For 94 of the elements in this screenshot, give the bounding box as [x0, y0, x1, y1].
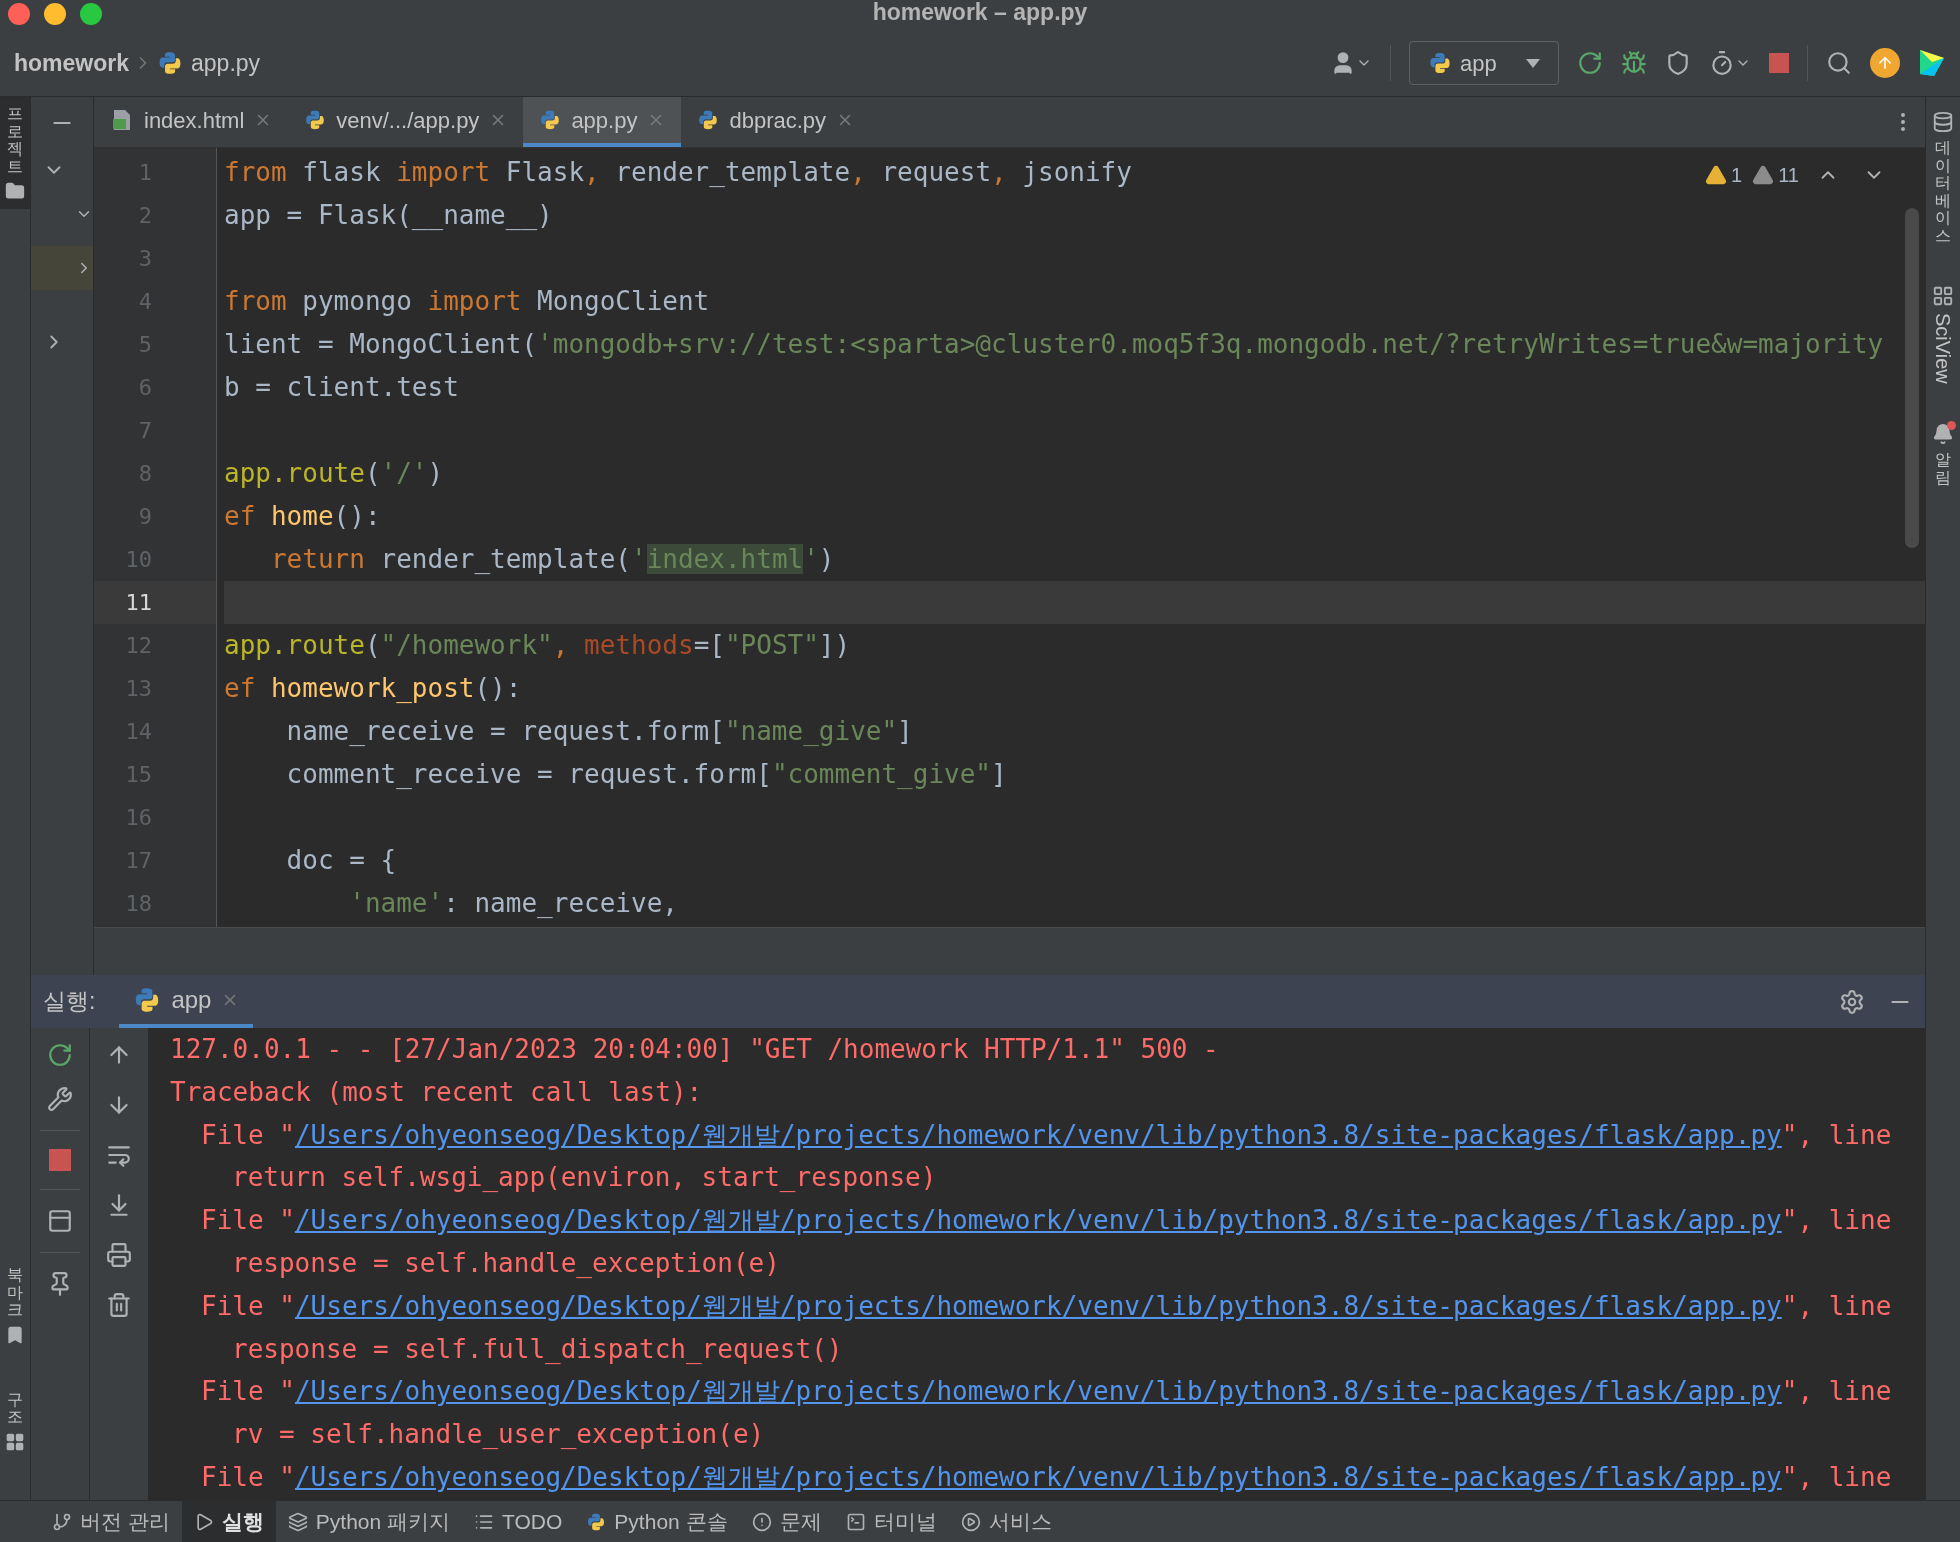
file-link[interactable]: /Users/ohyeonseog/Desktop/웹개발/projects/homework/venv/lib/python3.8/site-packages/flask/app.py: [294, 1205, 1782, 1236]
tool-window-button[interactable]: Python 패키지: [275, 1501, 463, 1542]
update-icon[interactable]: [1870, 48, 1900, 78]
settings-icon[interactable]: [1839, 988, 1865, 1015]
python-file-icon: [539, 109, 562, 131]
tool-window-label: 북마크: [7, 1266, 23, 1319]
file-link[interactable]: /Users/ohyeonseog/Desktop/웹개발/projects/homework/venv/lib/python3.8/site-packages/flask/app.py: [294, 1376, 1782, 1407]
warning-counter[interactable]: 1: [1705, 160, 1743, 190]
console-line: 127.0.0.1 - - [27/Jan/2023 20:04:00] "GET /homework HTTP/1.1" 500 -: [170, 1033, 1220, 1066]
tool-window-tab[interactable]: 알림: [1932, 423, 1954, 487]
tool-window-button[interactable]: 버전 관리: [40, 1501, 182, 1542]
code-text: lient = MongoClient('mongodb+srv://test:<sparta>@cluster0.moq5f3q.mongodb.net/?retryWrites=true&w=majority: [224, 328, 1884, 361]
console-line: Traceback (most recent call last):: [170, 1075, 704, 1109]
tool-window-button[interactable]: 문제: [739, 1501, 834, 1542]
code-text: doc = {: [285, 844, 397, 877]
tool-window-tab[interactable]: 구조: [0, 1382, 30, 1460]
console-line: File "/Users/ohyeonseog/Desktop/웹개발/projects/homework/venv/lib/python3.8/site-packages/flask/app.py", line: [200, 1375, 1893, 1409]
terminal-icon: [845, 1511, 866, 1532]
console-line: rv = self.handle_user_exception(e): [231, 1418, 766, 1452]
bookmark-icon: [5, 1324, 25, 1345]
alert-icon: [751, 1511, 772, 1532]
breadcrumb-file[interactable]: app.py: [191, 45, 261, 81]
console-line: return self.wsgi_app(environ, start_response): [231, 1161, 938, 1195]
console-line: response = self.handle_exception(e): [231, 1247, 781, 1280]
code-text: app.route("/homework", methods=["POST"]): [224, 629, 851, 662]
app-logo-icon[interactable]: [1918, 48, 1946, 78]
console-line: File "/Users/ohyeonseog/Desktop/웹개발/projects/homework/venv/lib/python3.8/site-packages/flask/app.py", line: [200, 1289, 1893, 1323]
editor-tab[interactable]: venv/.../app.py: [288, 97, 524, 147]
tool-window-tab[interactable]: 북마크: [0, 1258, 30, 1353]
tool-window-tab[interactable]: 데이터베이스: [1932, 111, 1954, 245]
tool-window-button[interactable]: 서비스: [948, 1501, 1064, 1542]
code-text: return render_template('index.html'): [269, 543, 835, 576]
layers-icon: [287, 1511, 308, 1532]
tool-window-button[interactable]: 터미널: [833, 1501, 949, 1542]
close-window-button[interactable]: [8, 3, 30, 25]
console-line: response = self.full_dispatch_request(): [231, 1332, 844, 1366]
code-text: b = client.test: [224, 371, 459, 404]
tool-window-button[interactable]: TODO: [462, 1501, 575, 1542]
rerun-icon[interactable]: [47, 1042, 73, 1068]
code-text: ef homework_post():: [224, 672, 522, 705]
tool-window-tab[interactable]: SciView: [1928, 284, 1958, 384]
file-link[interactable]: /Users/ohyeonseog/Desktop/웹개발/projects/homework/venv/lib/python3.8/site-packages/flask/app.py: [294, 1290, 1782, 1321]
run-configuration-dropdown[interactable]: app: [1409, 41, 1559, 85]
code-text: from pymongo import MongoClient: [224, 285, 710, 318]
layout-icon[interactable]: [47, 1208, 73, 1234]
console-line: File "/Users/ohyeonseog/Desktop/웹개발/projects/homework/venv/lib/python3.8/site-packages/flask/app.py", line: [200, 1204, 1893, 1238]
line-number: 11: [124, 589, 152, 617]
database-icon: [1932, 111, 1954, 133]
trash-icon[interactable]: [106, 1292, 132, 1318]
file-link[interactable]: /Users/ohyeonseog/Desktop/웹개발/projects/homework/venv/lib/python3.8/site-packages/flask/app.py: [294, 1461, 1782, 1492]
rerun-icon[interactable]: [1577, 50, 1603, 76]
editor-tab[interactable]: app.py: [523, 97, 682, 147]
console-line: File "/Users/ohyeonseog/Desktop/웹개발/projects/homework/venv/lib/python3.8/site-packages/flask/app.py", line: [200, 1460, 1893, 1494]
code-text: name_receive = request.form["name_give"]: [285, 715, 913, 748]
printer-icon[interactable]: [106, 1242, 132, 1268]
python-file-icon: [697, 109, 720, 131]
breadcrumb-project[interactable]: homework: [14, 45, 130, 81]
tool-window-tab[interactable]: 프로젝트: [0, 97, 30, 210]
warning-counter[interactable]: 11: [1752, 160, 1799, 190]
warning-icon: [1752, 164, 1775, 186]
code-text: comment_receive = request.form["comment_give"]: [285, 758, 1007, 791]
tool-window-label: 구조: [7, 1390, 23, 1426]
shield-icon[interactable]: [1665, 50, 1691, 76]
python-icon: [1428, 51, 1452, 75]
tool-window-button[interactable]: 실행: [181, 1501, 276, 1542]
bell-icon: [1932, 423, 1954, 446]
code-text: from flask import Flask, render_template, request, jsonify: [224, 156, 1132, 189]
python-file-icon: [304, 109, 327, 131]
play-circle-icon: [960, 1511, 981, 1532]
code-text: app.route('/'): [224, 457, 444, 490]
grid-icon: [5, 1432, 25, 1452]
caret-icon: [1526, 58, 1540, 68]
console-line: File "/Users/ohyeonseog/Desktop/웹개발/projects/homework/venv/lib/python3.8/site-packages/flask/app.py", line: [200, 1118, 1893, 1152]
code-text: app = Flask(__name__): [224, 199, 553, 232]
editor-tab[interactable]: dbprac.py: [681, 97, 871, 147]
folder-icon: [5, 181, 25, 202]
wrench-icon[interactable]: [47, 1086, 73, 1112]
warning-icon: [1705, 164, 1728, 186]
tool-window-label: 프로젝트: [7, 105, 23, 176]
search-icon[interactable]: [1826, 50, 1852, 76]
minimize-window-button[interactable]: [44, 3, 66, 25]
run-panel-label: 실행:: [43, 987, 96, 1017]
editor-tab[interactable]: index.html: [94, 97, 289, 147]
branch-icon: [52, 1511, 72, 1532]
window-title: homework – app.py: [872, 0, 1088, 27]
code-text: 'name': name_receive,: [348, 887, 678, 920]
file-link[interactable]: /Users/ohyeonseog/Desktop/웹개발/projects/homework/venv/lib/python3.8/site-packages/flask/app.py: [294, 1119, 1782, 1150]
bug-icon[interactable]: [1621, 50, 1647, 76]
maximize-window-button[interactable]: [80, 3, 102, 25]
python-icon: [586, 1511, 607, 1532]
tool-window-button[interactable]: Python 콘솔: [574, 1501, 740, 1542]
code-text: ef home():: [224, 500, 381, 533]
grid-icon: [1932, 284, 1954, 307]
timer-icon[interactable]: [1709, 50, 1735, 76]
